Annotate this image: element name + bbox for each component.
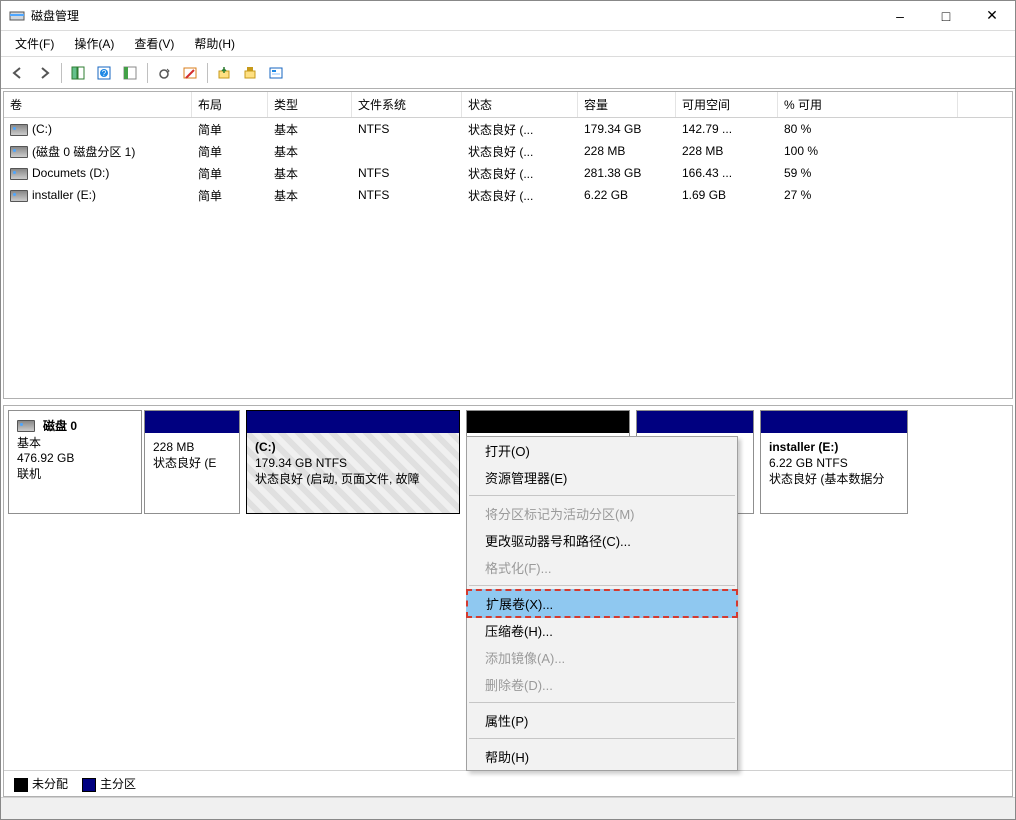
volume-list-header: 卷 布局 类型 文件系统 状态 容量 可用空间 % 可用	[4, 92, 1012, 118]
ctx-add-mirror: 添加镜像(A)...	[467, 644, 737, 671]
col-type[interactable]: 类型	[268, 92, 352, 117]
ctx-change-letter[interactable]: 更改驱动器号和路径(C)...	[467, 527, 737, 554]
close-button[interactable]: ✕	[969, 1, 1015, 30]
volume-icon	[10, 168, 28, 180]
disk-type: 基本	[17, 434, 133, 451]
menubar: 文件(F) 操作(A) 查看(V) 帮助(H)	[1, 31, 1015, 57]
legend-swatch-primary	[82, 778, 96, 792]
disk-status: 联机	[17, 465, 133, 482]
ctx-format: 格式化(F)...	[467, 554, 737, 581]
partition[interactable]: 228 MB状态良好 (E	[144, 410, 240, 514]
disk-size: 476.92 GB	[17, 451, 133, 465]
disk-label[interactable]: 磁盘 0 基本 476.92 GB 联机	[8, 410, 142, 514]
volume-row[interactable]: installer (E:)简单基本NTFS状态良好 (...6.22 GB1.…	[4, 184, 1012, 206]
back-button[interactable]	[5, 61, 31, 85]
ctx-mark-active: 将分区标记为活动分区(M)	[467, 500, 737, 527]
col-layout[interactable]: 布局	[192, 92, 268, 117]
volume-row[interactable]: Documets (D:)简单基本NTFS状态良好 (...281.38 GB1…	[4, 162, 1012, 184]
menu-file[interactable]: 文件(F)	[5, 31, 64, 56]
legend-swatch-unallocated	[14, 778, 28, 792]
app-icon	[9, 8, 25, 24]
ctx-help[interactable]: 帮助(H)	[467, 743, 737, 770]
volume-rows: (C:)简单基本NTFS状态良好 (...179.34 GB142.79 ...…	[4, 118, 1012, 398]
legend-unallocated: 未分配	[32, 777, 68, 791]
disk-management-window: 磁盘管理 – □ ✕ 文件(F) 操作(A) 查看(V) 帮助(H) ? 卷 布	[0, 0, 1016, 820]
col-pct[interactable]: % 可用	[778, 92, 958, 117]
statusbar	[1, 797, 1015, 819]
toolbar-icon-8[interactable]	[263, 61, 289, 85]
titlebar: 磁盘管理 – □ ✕	[1, 1, 1015, 31]
partition[interactable]: (C:)179.34 GB NTFS状态良好 (启动, 页面文件, 故障	[246, 410, 460, 514]
toolbar-icon-7[interactable]	[237, 61, 263, 85]
toolbar-icon-3[interactable]	[117, 61, 143, 85]
volume-icon	[10, 124, 28, 136]
col-status[interactable]: 状态	[462, 92, 578, 117]
volume-list: 卷 布局 类型 文件系统 状态 容量 可用空间 % 可用 (C:)简单基本NTF…	[3, 91, 1013, 399]
minimize-button[interactable]: –	[877, 1, 923, 30]
disk-graphical-pane: 磁盘 0 基本 476.92 GB 联机 228 MB状态良好 (E(C:)17…	[3, 405, 1013, 797]
svg-text:?: ?	[102, 69, 107, 78]
col-capacity[interactable]: 容量	[578, 92, 676, 117]
context-menu: 打开(O) 资源管理器(E) 将分区标记为活动分区(M) 更改驱动器号和路径(C…	[466, 436, 738, 771]
ctx-shrink-volume[interactable]: 压缩卷(H)...	[467, 617, 737, 644]
volume-row[interactable]: (磁盘 0 磁盘分区 1)简单基本状态良好 (...228 MB228 MB10…	[4, 140, 1012, 162]
menu-help[interactable]: 帮助(H)	[184, 31, 245, 56]
ctx-extend-volume[interactable]: 扩展卷(X)...	[466, 589, 738, 618]
ctx-properties[interactable]: 属性(P)	[467, 707, 737, 734]
col-volume[interactable]: 卷	[4, 92, 192, 117]
volume-row[interactable]: (C:)简单基本NTFS状态良好 (...179.34 GB142.79 ...…	[4, 118, 1012, 140]
window-title: 磁盘管理	[31, 7, 79, 24]
volume-icon	[10, 190, 28, 202]
disk-name: 磁盘 0	[43, 417, 77, 434]
disk-icon	[17, 420, 35, 432]
toolbar-icon-6[interactable]	[211, 61, 237, 85]
legend-primary: 主分区	[100, 777, 136, 791]
forward-button[interactable]	[31, 61, 57, 85]
toolbar-icon-2[interactable]: ?	[91, 61, 117, 85]
toolbar-icon-5[interactable]	[177, 61, 203, 85]
legend: 未分配 主分区	[4, 770, 1012, 796]
ctx-explorer[interactable]: 资源管理器(E)	[467, 464, 737, 491]
volume-icon	[10, 146, 28, 158]
menu-action[interactable]: 操作(A)	[64, 31, 124, 56]
toolbar-icon-1[interactable]	[65, 61, 91, 85]
col-fs[interactable]: 文件系统	[352, 92, 462, 117]
partition[interactable]: installer (E:)6.22 GB NTFS状态良好 (基本数据分	[760, 410, 908, 514]
refresh-button[interactable]	[151, 61, 177, 85]
maximize-button[interactable]: □	[923, 1, 969, 30]
ctx-open[interactable]: 打开(O)	[467, 437, 737, 464]
menu-view[interactable]: 查看(V)	[124, 31, 184, 56]
col-free[interactable]: 可用空间	[676, 92, 778, 117]
toolbar: ?	[1, 57, 1015, 89]
ctx-delete-volume: 删除卷(D)...	[467, 671, 737, 698]
